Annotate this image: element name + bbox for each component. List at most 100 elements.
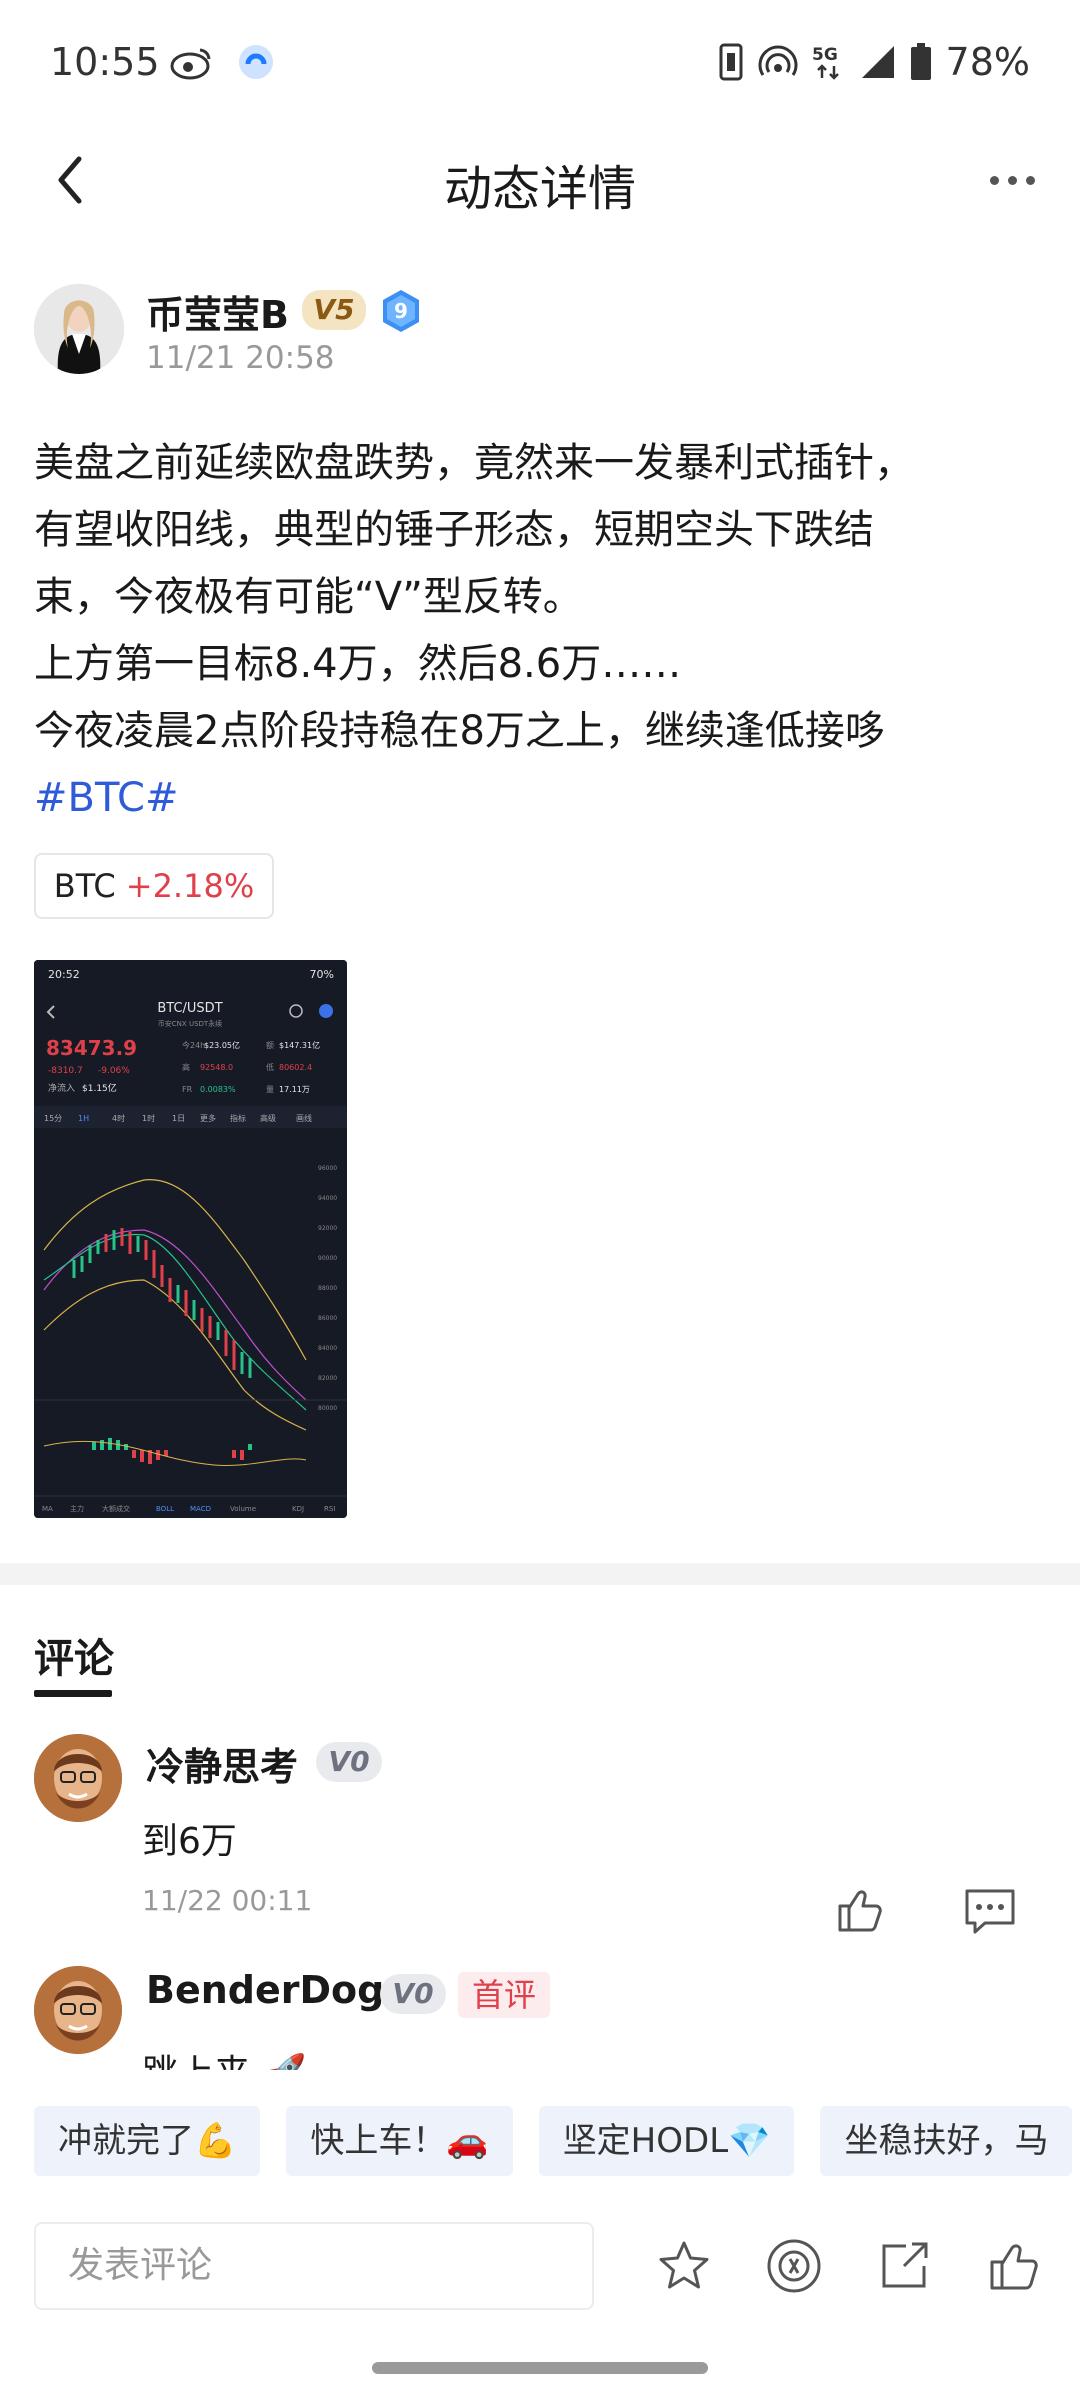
author-name[interactable]: 币莹莹B xyxy=(146,284,289,339)
commenter-avatar[interactable] xyxy=(34,1966,122,2054)
image-axis-label: 96000 xyxy=(318,1165,337,1172)
vibrate-icon xyxy=(718,43,744,81)
status-left-icons xyxy=(170,42,276,82)
commenter-name[interactable]: BenderDog xyxy=(146,1968,384,2012)
more-dots-icon[interactable] xyxy=(980,155,1044,205)
hashtag-link[interactable]: #BTC# xyxy=(34,775,179,821)
status-right: 5G 78% xyxy=(718,40,1030,84)
image-stat-label: FR xyxy=(182,1085,193,1094)
post-line: 束，今夜极有可能“V”型反转。 xyxy=(34,574,583,620)
level-badge: 9 xyxy=(380,288,422,334)
image-stat-value: $147.31亿 xyxy=(279,1040,320,1050)
bottom-bar: 冲就完了💪 快上车！🚗 坚定HODL💎 坐稳扶好，马 发表评论 xyxy=(0,2070,1080,2310)
status-bar: 10:55 5G 78% xyxy=(0,0,1080,125)
post-time: 11/21 20:58 xyxy=(146,340,335,376)
status-time: 10:55 xyxy=(50,40,160,84)
image-tab: 更多 xyxy=(200,1113,216,1123)
image-bottom-tab: 主力 xyxy=(70,1504,84,1513)
image-tab: 4时 xyxy=(112,1113,125,1123)
comment-text: 跳上来 🚀 xyxy=(142,2044,306,2070)
image-stat-label: 今24h xyxy=(182,1040,205,1050)
image-stat-value: 92548.0 xyxy=(200,1063,233,1072)
image-tab: 1日 xyxy=(172,1114,185,1123)
comments-title[interactable]: 评论 xyxy=(34,1626,114,1684)
quick-reply-chip[interactable]: 坐稳扶好，马 xyxy=(820,2106,1073,2176)
comment-input[interactable]: 发表评论 xyxy=(34,2222,594,2310)
commenter-avatar[interactable] xyxy=(34,1734,122,1822)
share-icon[interactable] xyxy=(874,2236,934,2296)
weibo-icon xyxy=(170,44,214,80)
post-line: 有望收阳线，典型的锤子形态，短期空头下跌结 xyxy=(34,507,874,553)
image-price: 83473.9 xyxy=(46,1036,137,1060)
image-stat-value: 17.11万 xyxy=(279,1085,310,1094)
image-bottom-tab: 大额成交 xyxy=(102,1504,130,1513)
quick-reply-chip[interactable]: 快上车！🚗 xyxy=(286,2106,513,2176)
comment-item: 冷静思考 V0 到6万 11/22 00:11 xyxy=(34,1734,1046,1934)
image-tab: 画线 xyxy=(296,1113,312,1123)
image-bottom-tab: BOLL xyxy=(156,1505,174,1513)
image-stat-label: 高 xyxy=(182,1062,190,1072)
image-inflow-label: 净流入 xyxy=(48,1082,75,1094)
quick-reply-chip[interactable]: 坚定HODL💎 xyxy=(538,2106,795,2176)
5g-icon: 5G xyxy=(812,42,846,82)
image-stat-label: 低 xyxy=(266,1062,274,1072)
thumbs-up-icon[interactable] xyxy=(834,1884,886,1936)
coin-tip-icon[interactable] xyxy=(764,2236,824,2296)
image-tab: 1H xyxy=(78,1114,89,1123)
first-comment-badge: 首评 xyxy=(458,1972,550,2018)
page-title: 动态详情 xyxy=(443,161,636,217)
image-axis-label: 82000 xyxy=(318,1375,337,1382)
post-line: 上方第一目标8.4万，然后8.6万…… xyxy=(34,641,682,687)
image-stat-value: 0.0083% xyxy=(200,1085,236,1094)
image-axis-label: 90000 xyxy=(318,1255,337,1262)
image-axis-label: 84000 xyxy=(318,1345,337,1352)
battery-percent: 78% xyxy=(945,40,1030,84)
nav-header: 动态详情 xyxy=(0,125,1080,235)
image-bottom-tab: MA xyxy=(42,1505,53,1513)
image-change: -8310.7 xyxy=(48,1066,83,1076)
image-inflow: $1.15亿 xyxy=(82,1082,117,1094)
star-icon[interactable] xyxy=(654,2236,714,2296)
post-author: 币莹莹B V5 9 11/21 20:58 xyxy=(34,280,1034,380)
image-axis-label: 94000 xyxy=(318,1195,337,1202)
vip-level-badge: V5 xyxy=(302,290,366,330)
image-axis-label: 80000 xyxy=(318,1405,337,1412)
image-tab: 1时 xyxy=(142,1113,155,1123)
image-bottom-tab: MACD xyxy=(190,1505,211,1513)
image-status-time: 20:52 xyxy=(48,968,80,981)
image-bottom-tab: Volume xyxy=(230,1505,256,1513)
image-stat-value: 80602.4 xyxy=(279,1063,312,1072)
image-subtitle: 币安CNX USDT永续 xyxy=(158,1019,222,1028)
comment-input-row: 发表评论 xyxy=(34,2222,1046,2312)
post-image[interactable]: 20:52 70% BTC/USDT 币安CNX USDT永续 83473.9 … xyxy=(34,960,347,1518)
level-badge-number: 9 xyxy=(394,299,408,323)
app-notification-icon xyxy=(236,42,276,82)
hotspot-icon xyxy=(758,44,798,80)
vip-level-badge: V0 xyxy=(316,1742,382,1782)
image-axis-label: 86000 xyxy=(318,1315,337,1322)
author-avatar[interactable] xyxy=(34,284,124,374)
image-change-pct: -9.06% xyxy=(98,1066,130,1076)
coin-symbol: BTC xyxy=(53,867,116,905)
home-indicator[interactable] xyxy=(372,2362,708,2374)
image-tab: 高级 xyxy=(260,1113,276,1123)
section-divider xyxy=(0,1563,1080,1585)
comment-time: 11/22 00:11 xyxy=(142,1884,313,1917)
coin-tag[interactable]: BTC +2.18% xyxy=(34,853,274,919)
reply-icon[interactable] xyxy=(962,1886,1018,1936)
vip-level-badge: V0 xyxy=(380,1974,446,2014)
comments-tab-indicator xyxy=(34,1690,112,1697)
svg-text:5G: 5G xyxy=(812,45,838,65)
image-battery: 70% xyxy=(310,968,334,981)
image-stat-label: 额 xyxy=(266,1040,274,1050)
comment-item: BenderDog V0 首评 跳上来 🚀 xyxy=(34,1966,1046,2070)
coin-change: +2.18% xyxy=(125,867,255,905)
image-axis-label: 92000 xyxy=(318,1225,337,1232)
image-pair: BTC/USDT xyxy=(157,1001,222,1016)
quick-reply-chip[interactable]: 冲就完了💪 xyxy=(34,2106,261,2176)
commenter-name[interactable]: 冷静思考 xyxy=(146,1736,298,1791)
image-stat-value: $23.05亿 xyxy=(204,1040,240,1050)
image-stat-label: 量 xyxy=(266,1085,274,1094)
like-icon[interactable] xyxy=(984,2236,1044,2296)
post-line: 美盘之前延续欧盘跌势，竟然来一发暴利式插针， xyxy=(34,440,914,486)
